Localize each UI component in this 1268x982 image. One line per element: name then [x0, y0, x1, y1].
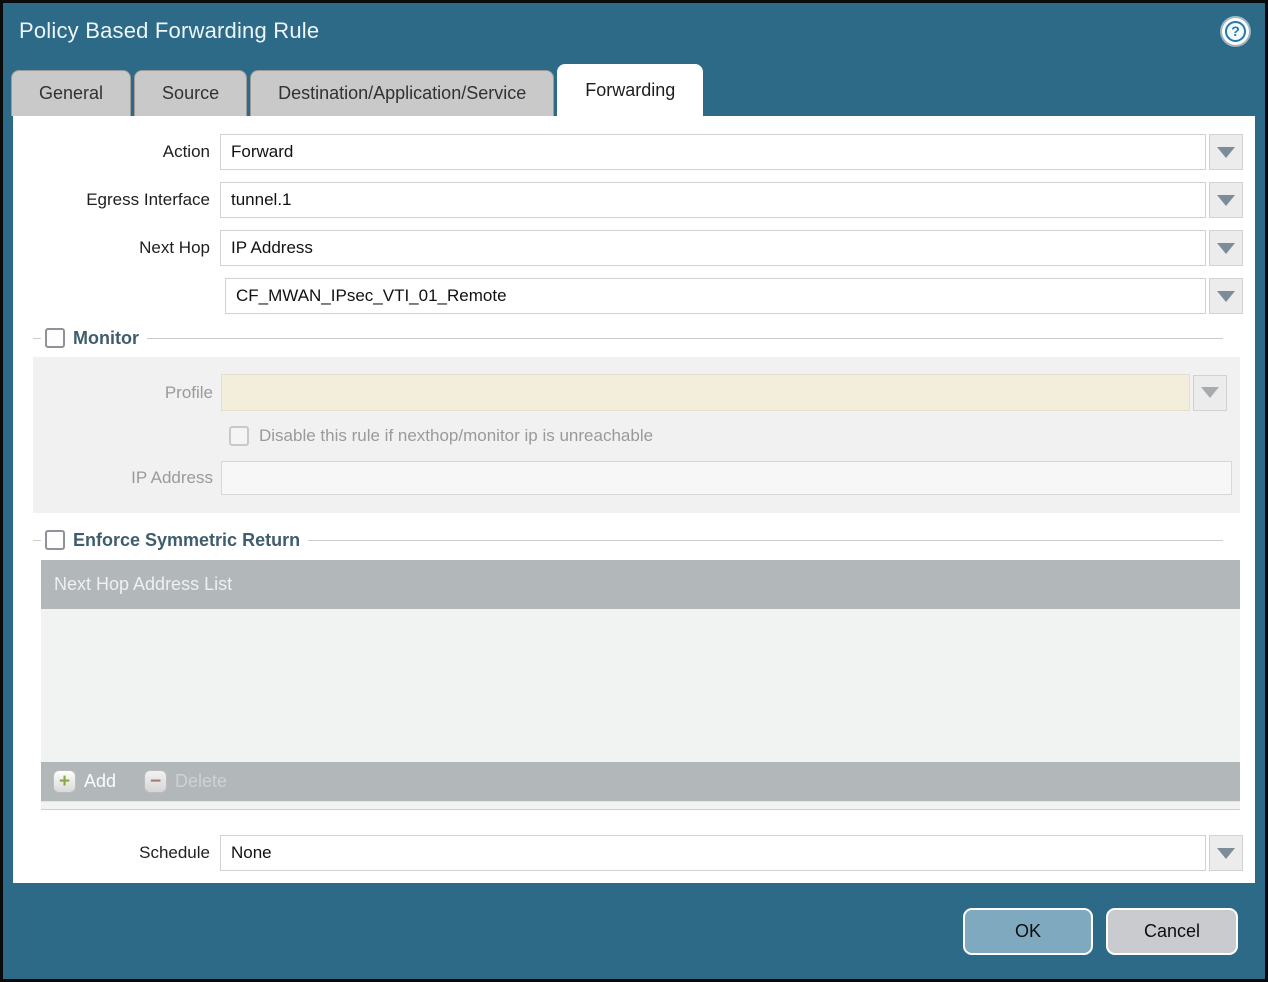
schedule-select[interactable]: None — [220, 835, 1206, 871]
monitor-fieldset: Monitor Profile Disable this rule if nex… — [33, 326, 1240, 513]
monitor-panel: Profile Disable this rule if nexthop/mon… — [33, 357, 1240, 513]
table-bottom-strip — [41, 801, 1240, 810]
policy-based-forwarding-dialog: Policy Based Forwarding Rule ? General S… — [0, 0, 1268, 982]
action-label: Action — [162, 142, 210, 161]
dialog-titlebar: Policy Based Forwarding Rule ? — [3, 3, 1265, 59]
next-hop-address-list-body[interactable] — [41, 609, 1240, 762]
egress-interface-row: Egress Interface tunnel.1 — [13, 182, 1243, 218]
minus-icon: − — [144, 770, 168, 793]
add-button-label: Add — [84, 771, 117, 791]
tab-general[interactable]: General — [11, 70, 132, 116]
dialog-footer: OK Cancel — [3, 883, 1265, 979]
tab-content-forwarding: Action Forward Egress Interface tunnel.1… — [13, 116, 1255, 883]
next-hop-address-select[interactable]: CF_MWAN_IPsec_VTI_01_Remote — [225, 278, 1206, 314]
next-hop-address-fieldwrap: CF_MWAN_IPsec_VTI_01_Remote — [225, 278, 1243, 314]
monitor-profile-label: Profile — [164, 382, 213, 402]
next-hop-label: Next Hop — [139, 238, 210, 257]
ok-button[interactable]: OK — [963, 907, 1093, 955]
next-hop-address-list-table: Next Hop Address List + Add − Delete — [41, 560, 1240, 810]
chevron-down-icon — [1201, 387, 1219, 398]
delete-button: − Delete — [144, 770, 227, 793]
plus-icon: + — [53, 770, 76, 793]
next-hop-address-list-toolbar: + Add − Delete — [41, 762, 1240, 801]
monitor-profile-dropdown-button — [1193, 374, 1227, 411]
symmetric-return-legend: Enforce Symmetric Return — [33, 528, 1223, 552]
chevron-down-icon — [1217, 847, 1235, 859]
legend-line — [146, 337, 1223, 339]
next-hop-type-select[interactable]: IP Address — [220, 230, 1206, 266]
question-mark-glyph: ? — [1225, 20, 1246, 42]
action-dropdown-button[interactable] — [1209, 134, 1243, 170]
egress-interface-select[interactable]: tunnel.1 — [220, 182, 1206, 218]
next-hop-type-dropdown-button[interactable] — [1209, 230, 1243, 266]
schedule-row: Schedule None — [13, 835, 1243, 871]
action-select[interactable]: Forward — [220, 134, 1206, 170]
monitor-legend: Monitor — [33, 326, 1223, 350]
monitor-profile-select — [221, 374, 1190, 411]
egress-interface-dropdown-button[interactable] — [1209, 182, 1243, 218]
disable-rule-checkbox — [229, 426, 249, 446]
tab-forwarding[interactable]: Forwarding — [557, 64, 704, 116]
dialog-title: Policy Based Forwarding Rule — [19, 18, 320, 43]
chevron-down-icon — [1217, 290, 1235, 302]
monitor-profile-row: Profile — [33, 374, 1240, 411]
delete-button-label: Delete — [175, 771, 228, 791]
tab-destination-application-service[interactable]: Destination/Application/Service — [250, 70, 555, 116]
schedule-fieldwrap: None — [220, 835, 1243, 871]
monitor-ip-address-input — [221, 461, 1232, 495]
symmetric-return-label: Enforce Symmetric Return — [73, 529, 301, 550]
help-icon[interactable]: ? — [1222, 17, 1249, 45]
tab-bar: General Source Destination/Application/S… — [3, 59, 1265, 116]
disable-rule-label: Disable this rule if nexthop/monitor ip … — [259, 426, 654, 445]
cancel-button[interactable]: Cancel — [1106, 907, 1238, 955]
egress-interface-fieldwrap: tunnel.1 — [220, 182, 1243, 218]
next-hop-address-list-header: Next Hop Address List — [41, 560, 1240, 609]
tab-source[interactable]: Source — [134, 70, 248, 116]
schedule-label: Schedule — [139, 843, 210, 862]
monitor-disable-rule-row: Disable this rule if nexthop/monitor ip … — [229, 426, 1240, 446]
next-hop-address-row: CF_MWAN_IPsec_VTI_01_Remote — [13, 278, 1243, 314]
next-hop-address-dropdown-button[interactable] — [1209, 278, 1243, 314]
legend-line — [33, 539, 41, 541]
monitor-checkbox[interactable] — [45, 328, 65, 348]
symmetric-return-fieldset: Enforce Symmetric Return Next Hop Addres… — [33, 528, 1240, 810]
symmetric-return-checkbox[interactable] — [45, 530, 65, 550]
legend-line — [33, 337, 41, 339]
chevron-down-icon — [1217, 146, 1235, 158]
action-row: Action Forward — [13, 134, 1243, 170]
legend-line — [308, 539, 1223, 541]
schedule-dropdown-button[interactable] — [1209, 835, 1243, 871]
monitor-label: Monitor — [73, 327, 139, 348]
monitor-ip-address-row: IP Address — [33, 461, 1240, 495]
add-button[interactable]: + Add — [53, 770, 116, 793]
monitor-ip-address-label: IP Address — [131, 468, 213, 487]
chevron-down-icon — [1217, 194, 1235, 206]
action-fieldwrap: Forward — [220, 134, 1243, 170]
next-hop-fieldwrap: IP Address — [220, 230, 1243, 266]
egress-interface-label: Egress Interface — [86, 190, 210, 209]
chevron-down-icon — [1217, 242, 1235, 254]
next-hop-row: Next Hop IP Address — [13, 230, 1243, 266]
